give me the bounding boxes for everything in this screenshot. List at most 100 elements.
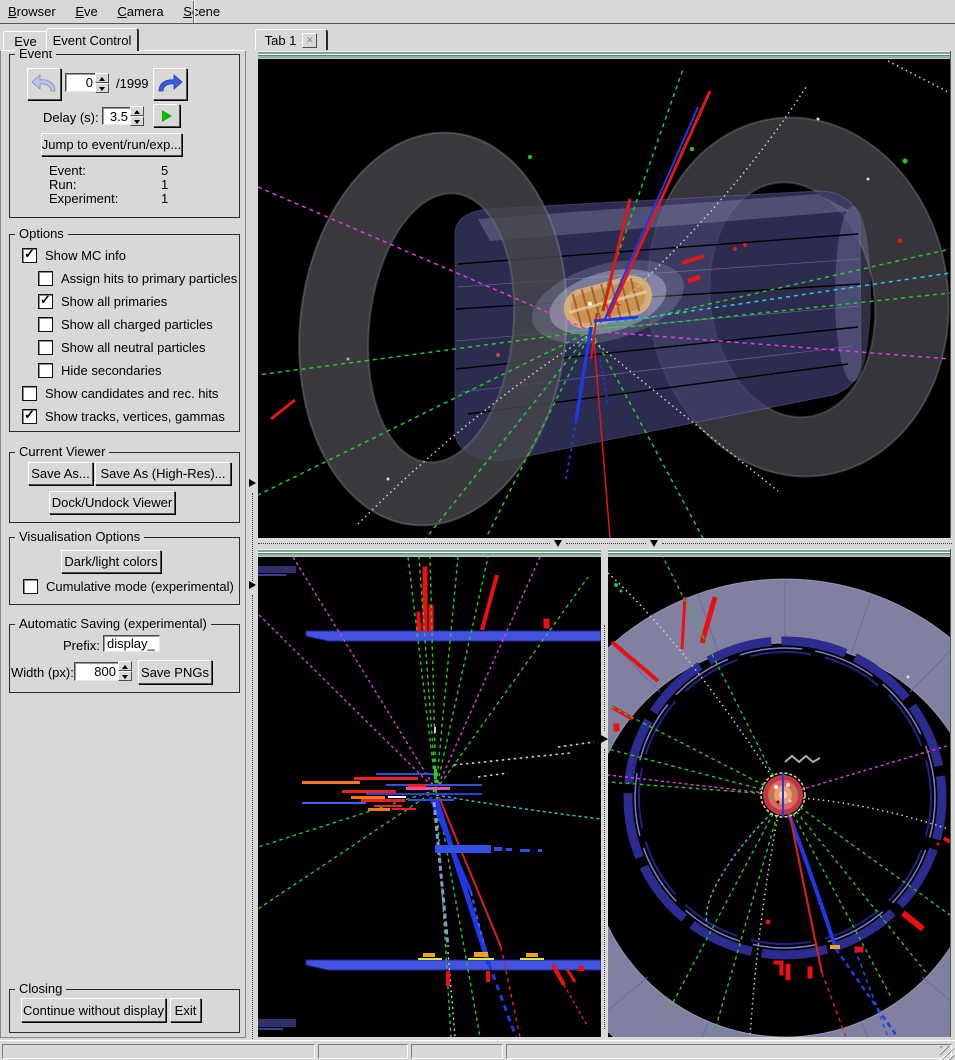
- current-viewer-title: Current Viewer: [15, 444, 109, 459]
- exit-label: Exit: [175, 1003, 197, 1018]
- width-label: Width (px):: [11, 665, 74, 680]
- resize-grip[interactable]: [940, 1046, 954, 1060]
- event-control-panel: Event /1999 Delay (s): Jump to event/run…: [0, 50, 246, 1038]
- next-arrow-icon: [157, 74, 183, 94]
- checkbox-box[interactable]: [22, 386, 37, 401]
- width-spinner[interactable]: [118, 661, 132, 681]
- delay-spinner[interactable]: [130, 106, 144, 126]
- checkbox-label: Assign hits to primary particles: [61, 271, 237, 286]
- options-group-title: Options: [15, 226, 68, 241]
- checkbox-label: Show candidates and rec. hits: [45, 386, 218, 401]
- checkbox-show-all-primaries[interactable]: Show all primaries: [38, 294, 167, 309]
- dark-light-label: Dark/light colors: [64, 554, 157, 569]
- checkbox-show-charged[interactable]: Show all charged particles: [38, 317, 213, 332]
- event-info-label: Event:: [49, 163, 86, 178]
- bottom-left-viewport-header[interactable]: [258, 549, 601, 557]
- checkbox-cumulative-mode[interactable]: Cumulative mode (experimental): [23, 579, 234, 594]
- dock-undock-button[interactable]: Dock/Undock Viewer: [49, 491, 175, 514]
- menu-eve[interactable]: Eve: [75, 0, 97, 23]
- checkbox-label: Cumulative mode (experimental): [46, 579, 234, 594]
- main-3d-viewport[interactable]: [258, 59, 950, 538]
- exit-button[interactable]: Exit: [170, 998, 201, 1022]
- experiment-info-value: 1: [161, 191, 168, 206]
- save-as-highres-label: Save As (High-Res)...: [101, 466, 226, 481]
- dock-undock-label: Dock/Undock Viewer: [52, 495, 172, 510]
- dark-light-button[interactable]: Dark/light colors: [61, 550, 161, 573]
- jump-button-label: Jump to event/run/exp...: [42, 137, 181, 152]
- checkbox-show-candidates[interactable]: Show candidates and rec. hits: [22, 386, 218, 401]
- menu-browser[interactable]: Browser: [8, 0, 56, 23]
- checkbox-label: Show tracks, vertices, gammas: [45, 409, 225, 424]
- checkbox-label: Show all neutral particles: [61, 340, 206, 355]
- delay-label: Delay (s):: [43, 110, 99, 125]
- event-info-value: 5: [161, 163, 168, 178]
- delay-input[interactable]: [102, 107, 132, 125]
- checkbox-assign-hits[interactable]: Assign hits to primary particles: [38, 271, 237, 286]
- menu-scene[interactable]: Scene: [183, 0, 220, 23]
- jump-to-event-button[interactable]: Jump to event/run/exp...: [41, 133, 182, 156]
- checkbox-hide-secondaries[interactable]: Hide secondaries: [38, 363, 161, 378]
- checkbox-show-neutral[interactable]: Show all neutral particles: [38, 340, 206, 355]
- status-cell: [2, 1044, 315, 1059]
- continue-label: Continue without display: [23, 1003, 164, 1018]
- left-splitter[interactable]: [246, 50, 258, 1040]
- checkbox-box[interactable]: [38, 294, 53, 309]
- play-icon: [162, 110, 172, 122]
- prefix-input[interactable]: [103, 635, 160, 652]
- status-bar: [0, 1040, 955, 1060]
- checkbox-box[interactable]: [22, 409, 37, 424]
- checkbox-show-mc-info[interactable]: Show MC info: [22, 248, 126, 263]
- run-info-value: 1: [161, 177, 168, 192]
- run-info-label: Run:: [49, 177, 76, 192]
- checkbox-box[interactable]: [38, 317, 53, 332]
- checkbox-label: Show MC info: [45, 248, 126, 263]
- closing-group-title: Closing: [15, 981, 66, 996]
- status-cell: [411, 1044, 503, 1059]
- horizontal-splitter[interactable]: [258, 538, 955, 549]
- experiment-info-label: Experiment:: [49, 191, 118, 206]
- event-number-spinner[interactable]: [95, 73, 109, 93]
- event-display-window: Browser Eve Camera Scene Eve Event Contr…: [0, 0, 955, 1060]
- visualisation-title: Visualisation Options: [15, 529, 144, 544]
- status-cell: [506, 1044, 952, 1059]
- event-total-label: /1999: [116, 76, 149, 91]
- menu-bar: Browser Eve Camera Scene: [0, 0, 955, 24]
- middle-splitter[interactable]: [601, 549, 608, 1037]
- central-vertex-blob: [761, 773, 805, 817]
- rphi-projection-viewport[interactable]: [608, 557, 950, 1037]
- checkbox-show-tracks[interactable]: Show tracks, vertices, gammas: [22, 409, 225, 424]
- checkbox-box[interactable]: [22, 248, 37, 263]
- tab-event-control-label: Event Control: [53, 33, 132, 48]
- tab-close-icon[interactable]: ✕: [302, 33, 317, 48]
- checkbox-label: Hide secondaries: [61, 363, 161, 378]
- status-cell: [318, 1044, 408, 1059]
- menu-camera[interactable]: Camera: [117, 0, 163, 23]
- save-pngs-label: Save PNGs: [141, 665, 209, 680]
- prefix-label: Prefix:: [63, 638, 100, 653]
- side-projection-viewport[interactable]: [258, 557, 601, 1037]
- checkbox-box[interactable]: [23, 579, 38, 594]
- continue-without-display-button[interactable]: Continue without display: [21, 998, 166, 1022]
- checkbox-box[interactable]: [38, 340, 53, 355]
- top-viewport-header[interactable]: [258, 51, 950, 59]
- checkbox-box[interactable]: [38, 363, 53, 378]
- save-as-label: Save As...: [31, 466, 90, 481]
- tab-1-label: Tab 1: [265, 33, 297, 48]
- tab-event-control[interactable]: Event Control: [46, 28, 139, 51]
- next-event-button[interactable]: [153, 68, 187, 100]
- menu-bar-divider: [193, 1, 195, 23]
- auto-saving-title: Automatic Saving (experimental): [15, 616, 211, 631]
- prev-arrow-icon: [31, 74, 57, 94]
- save-pngs-button[interactable]: Save PNGs: [138, 660, 212, 684]
- checkbox-label: Show all charged particles: [61, 317, 213, 332]
- tab-1[interactable]: Tab 1 ✕: [255, 29, 328, 50]
- checkbox-label: Show all primaries: [61, 294, 167, 309]
- save-as-highres-button[interactable]: Save As (High-Res)...: [95, 462, 231, 485]
- prev-event-button[interactable]: [27, 68, 61, 100]
- checkbox-box[interactable]: [38, 271, 53, 286]
- bottom-right-viewport-header[interactable]: [608, 549, 950, 557]
- play-button[interactable]: [153, 104, 180, 127]
- save-as-button[interactable]: Save As...: [28, 462, 93, 485]
- event-number-input[interactable]: [65, 73, 97, 92]
- width-input[interactable]: [74, 662, 120, 681]
